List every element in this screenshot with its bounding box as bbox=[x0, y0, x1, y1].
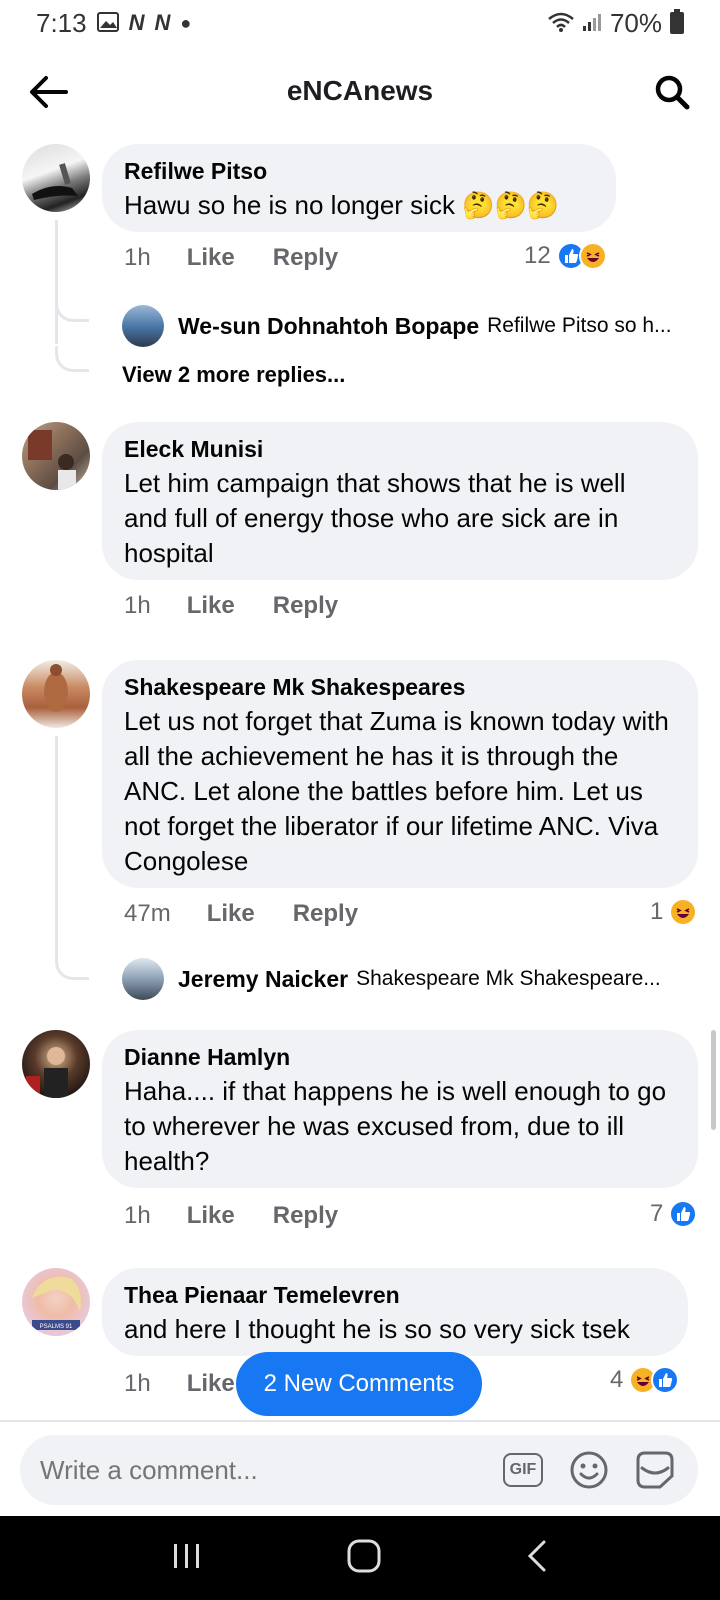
back-arrow-icon[interactable] bbox=[26, 70, 70, 114]
gallery-notification-icon bbox=[96, 8, 119, 39]
avatar[interactable] bbox=[22, 144, 90, 212]
reply-button[interactable]: Reply bbox=[293, 900, 358, 928]
avatar[interactable] bbox=[22, 660, 90, 728]
haha-reaction-icon bbox=[669, 898, 698, 926]
reply-author[interactable]: We-sun Dohnahtoh Bopape bbox=[178, 313, 479, 340]
comment-bubble[interactable]: Thea Pienaar Temelevren and here I thoug… bbox=[102, 1268, 688, 1356]
haha-reaction-icon bbox=[578, 242, 607, 270]
like-reaction-icon bbox=[669, 1200, 698, 1228]
comment-author[interactable]: Eleck Munisi bbox=[124, 434, 676, 464]
comment-time: 1h bbox=[124, 1370, 151, 1397]
smiley-icon bbox=[570, 1451, 608, 1489]
reply-button[interactable]: Reply bbox=[273, 592, 338, 620]
home-icon[interactable] bbox=[346, 1538, 382, 1579]
comment-input[interactable] bbox=[40, 1454, 480, 1486]
comment-actions: 1h Like Reply bbox=[124, 592, 376, 620]
svg-text:PSALMS 91: PSALMS 91 bbox=[40, 1324, 73, 1330]
thread-line bbox=[55, 220, 58, 344]
scrollbar[interactable] bbox=[711, 1030, 716, 1130]
view-more-replies-link[interactable]: View 2 more replies... bbox=[122, 362, 345, 388]
comment-author[interactable]: Shakespeare Mk Shakespeares bbox=[124, 672, 676, 702]
reply-text: Shakespeare Mk Shakespeare... bbox=[356, 967, 661, 990]
reaction-summary[interactable]: 7 bbox=[650, 1200, 698, 1228]
battery-icon bbox=[670, 9, 684, 34]
avatar[interactable] bbox=[22, 1030, 90, 1098]
comment-text: Haha.... if that happens he is well enou… bbox=[124, 1076, 667, 1176]
comment-text: and here I thought he is so so very sick… bbox=[124, 1314, 630, 1344]
signal-icon bbox=[582, 8, 602, 39]
reply-preview[interactable]: Jeremy Naicker Shakespeare Mk Shakespear… bbox=[122, 958, 692, 1000]
battery-percent: 70% bbox=[609, 7, 662, 38]
page-title: eNCAnews bbox=[286, 75, 434, 106]
reply-text: Refilwe Pitso so h... bbox=[487, 314, 672, 337]
comment-composer: GIF bbox=[20, 1435, 698, 1505]
avatar[interactable] bbox=[122, 958, 164, 1000]
comment-author[interactable]: Dianne Hamlyn bbox=[124, 1042, 676, 1072]
wifi-icon bbox=[548, 8, 574, 39]
thread-branch bbox=[55, 346, 89, 372]
gif-button[interactable]: GIF bbox=[500, 1447, 546, 1493]
like-button[interactable]: Like bbox=[187, 244, 235, 272]
like-reaction-icon bbox=[651, 1366, 680, 1394]
status-time: 7:13 bbox=[36, 7, 87, 38]
comment-actions: 1h Like Reply bbox=[124, 1202, 376, 1230]
n-notification-icon: N bbox=[154, 10, 171, 35]
search-icon[interactable] bbox=[650, 70, 694, 114]
comment-bubble[interactable]: Shakespeare Mk Shakespeares Let us not f… bbox=[102, 660, 698, 888]
reaction-summary[interactable]: 12 bbox=[524, 242, 607, 270]
thread-branch bbox=[55, 296, 89, 322]
thread-line bbox=[55, 736, 58, 956]
comment-bubble[interactable]: Eleck Munisi Let him campaign that shows… bbox=[102, 422, 698, 580]
comment-text: Hawu so he is no longer sick 🤔🤔🤔 bbox=[124, 190, 560, 220]
avatar[interactable]: PSALMS 91 bbox=[22, 1268, 90, 1336]
reaction-count: 1 bbox=[650, 898, 664, 925]
like-button[interactable]: Like bbox=[187, 1370, 235, 1398]
reaction-summary[interactable]: 4 bbox=[610, 1366, 680, 1394]
reaction-count: 4 bbox=[610, 1366, 624, 1393]
reaction-count: 12 bbox=[524, 242, 551, 269]
comment-time: 1h bbox=[124, 244, 151, 271]
comment-text: Let us not forget that Zuma is known tod… bbox=[124, 706, 669, 876]
sticker-button[interactable] bbox=[632, 1447, 678, 1493]
comment-time: 1h bbox=[124, 1202, 151, 1229]
recent-apps-icon[interactable] bbox=[171, 1542, 203, 1575]
comment-bubble[interactable]: Refilwe Pitso Hawu so he is no longer si… bbox=[102, 144, 616, 232]
gif-icon: GIF bbox=[503, 1453, 543, 1487]
reaction-summary[interactable]: 1 bbox=[650, 898, 698, 926]
reply-button[interactable]: Reply bbox=[273, 1202, 338, 1230]
reply-author[interactable]: Jeremy Naicker bbox=[178, 966, 348, 993]
avatar[interactable] bbox=[22, 422, 90, 490]
sticker-icon bbox=[636, 1451, 674, 1489]
app-header: eNCAnews bbox=[0, 56, 720, 126]
comment-author[interactable]: Refilwe Pitso bbox=[124, 156, 594, 186]
comment-time: 1h bbox=[124, 592, 151, 619]
n-notification-icon: N bbox=[128, 10, 145, 35]
reply-button[interactable]: Reply bbox=[273, 244, 338, 272]
emoji-button[interactable] bbox=[566, 1447, 612, 1493]
avatar[interactable] bbox=[122, 305, 164, 347]
comment-actions: 47m Like Reply bbox=[124, 900, 396, 928]
comment-text: Let him campaign that shows that he is w… bbox=[124, 468, 626, 568]
like-button[interactable]: Like bbox=[207, 900, 255, 928]
comment-bubble[interactable]: Dianne Hamlyn Haha.... if that happens h… bbox=[102, 1030, 698, 1188]
comment-actions: 1h Like Reply bbox=[124, 244, 376, 272]
new-comments-button[interactable]: 2 New Comments bbox=[236, 1352, 482, 1416]
comment-author[interactable]: Thea Pienaar Temelevren bbox=[124, 1280, 666, 1310]
reply-preview[interactable]: We-sun Dohnahtoh Bopape Refilwe Pitso so… bbox=[122, 305, 692, 347]
reaction-count: 7 bbox=[650, 1200, 664, 1227]
like-button[interactable]: Like bbox=[187, 1202, 235, 1230]
back-nav-icon[interactable] bbox=[525, 1539, 549, 1578]
divider bbox=[0, 1420, 720, 1422]
dot-icon: ● bbox=[180, 12, 192, 33]
thread-branch bbox=[55, 954, 89, 980]
like-button[interactable]: Like bbox=[187, 592, 235, 620]
system-nav-bar bbox=[0, 1516, 720, 1600]
status-bar: 7:13 N N ● 70% bbox=[0, 0, 720, 46]
comment-time: 47m bbox=[124, 900, 171, 927]
